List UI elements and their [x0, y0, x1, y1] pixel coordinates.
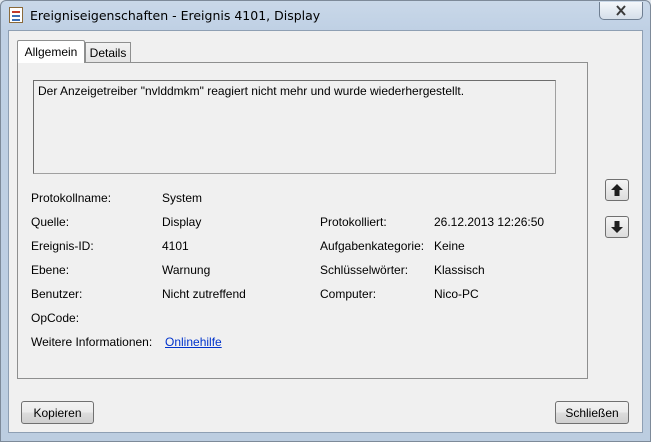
online-help-link[interactable]: Onlinehilfe [165, 335, 222, 349]
keywords-label: Schlüsselwörter: [320, 263, 409, 277]
tab-label: Allgemein [24, 45, 78, 59]
dialog-window: Ereigniseigenschaften - Ereignis 4101, D… [0, 0, 651, 442]
arrow-up-icon [611, 184, 623, 196]
dialog-client-area: Allgemein Details Der Anzeigetreiber "nv… [8, 30, 643, 433]
copy-button[interactable]: Kopieren [21, 401, 94, 424]
opcode-label: OpCode: [31, 311, 80, 325]
event-message-text: Der Anzeigetreiber "nvlddmkm" reagiert n… [38, 84, 465, 98]
source-label: Quelle: [31, 215, 70, 229]
copy-button-label: Kopieren [33, 405, 82, 420]
close-button-label: Schließen [565, 405, 619, 420]
arrow-down-icon [611, 221, 623, 233]
close-button[interactable] [599, 2, 643, 20]
event-id-label: Ereignis-ID: [31, 239, 94, 253]
close-dialog-button[interactable]: Schließen [555, 401, 629, 424]
window-title: Ereigniseigenschaften - Ereignis 4101, D… [30, 8, 321, 23]
previous-event-button[interactable] [605, 179, 629, 201]
logged-value: 26.12.2013 12:26:50 [434, 215, 545, 229]
computer-label: Computer: [320, 287, 377, 301]
level-label: Ebene: [31, 263, 70, 277]
user-label: Benutzer: [31, 287, 83, 301]
level-value: Warnung [162, 263, 211, 277]
title-bar[interactable]: Ereigniseigenschaften - Ereignis 4101, D… [1, 1, 650, 29]
event-message-box[interactable]: Der Anzeigetreiber "nvlddmkm" reagiert n… [33, 80, 556, 174]
log-name-value: System [162, 191, 203, 205]
user-value: Nicht zutreffend [162, 287, 246, 301]
task-category-label: Aufgabenkategorie: [320, 239, 425, 253]
event-id-value: 4101 [162, 239, 189, 253]
more-info-label: Weitere Informationen: [31, 335, 153, 349]
logged-label: Protokolliert: [320, 215, 387, 229]
event-viewer-icon [9, 7, 23, 23]
source-value: Display [162, 215, 202, 229]
keywords-value: Klassisch [434, 263, 485, 277]
tab-allgemein[interactable]: Allgemein [17, 40, 85, 63]
task-category-value: Keine [434, 239, 465, 253]
computer-value: Nico-PC [434, 287, 479, 301]
close-icon [616, 5, 626, 16]
log-name-label: Protokollname: [31, 191, 112, 205]
tab-label: Details [89, 46, 127, 60]
next-event-button[interactable] [605, 216, 629, 238]
tab-details[interactable]: Details [85, 42, 131, 63]
general-tab-panel: Der Anzeigetreiber "nvlddmkm" reagiert n… [17, 62, 588, 379]
